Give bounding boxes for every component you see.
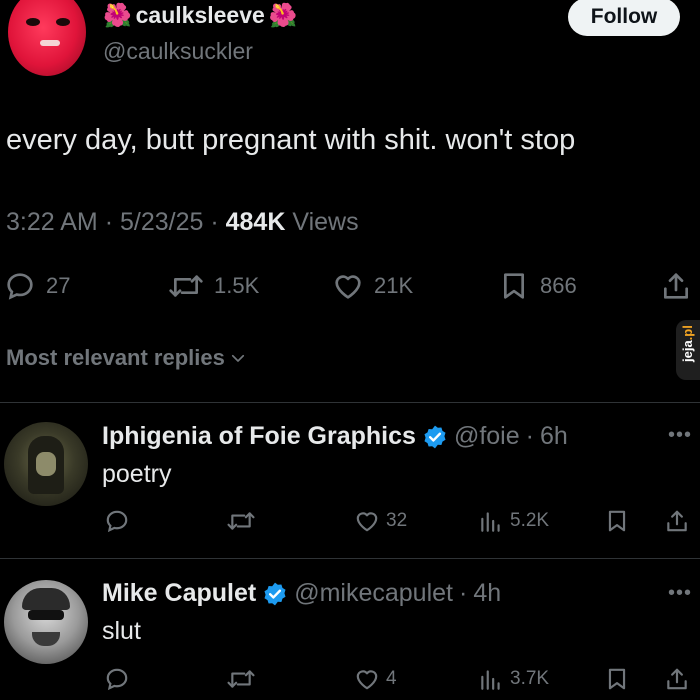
reply-text: poetry [102, 460, 172, 488]
watermark-prefix: jeja [680, 340, 695, 362]
bookmark-icon [604, 508, 630, 534]
views-button[interactable]: 3.7K [478, 666, 549, 692]
hibiscus-emoji: 🌺 [103, 2, 132, 28]
repost-button[interactable] [226, 666, 256, 692]
divider [0, 402, 700, 403]
tweet-text: every day, butt pregnant with shit. won'… [6, 124, 576, 156]
tweet-meta: 3:22 AM · 5/23/25 · 484K Views [6, 208, 359, 237]
views-count: 5.2K [510, 510, 550, 531]
repost-icon [168, 270, 204, 302]
repost-icon [226, 666, 256, 692]
bookmark-button[interactable]: 866 [498, 270, 577, 302]
bookmark-icon [604, 666, 630, 692]
share-icon [664, 666, 690, 692]
like-button[interactable]: 21K [332, 270, 413, 302]
bookmark-button[interactable] [604, 508, 630, 534]
reply-handle: @mikecapulet [294, 579, 453, 607]
share-button[interactable] [660, 270, 692, 302]
reply-display-name: Mike Capulet [102, 579, 257, 607]
bookmark-icon [498, 270, 530, 302]
repost-count: 1.5K [214, 273, 260, 298]
views-count: 484K [225, 208, 286, 236]
reply-time: 4h [473, 579, 502, 607]
avatar-beard [32, 632, 60, 646]
heart-icon [332, 270, 364, 302]
replies-sort-dropdown[interactable]: Most relevant replies [6, 345, 247, 371]
display-name-text: caulksleeve [135, 2, 265, 28]
more-options-icon[interactable]: ••• [668, 582, 692, 605]
share-button[interactable] [664, 508, 690, 534]
views-label: Views [292, 208, 359, 236]
like-button[interactable]: 4 [354, 666, 397, 692]
reply-button[interactable] [104, 666, 130, 692]
reply-button[interactable]: 27 [4, 270, 70, 302]
separator-dot: · [458, 579, 468, 607]
replies-sort-label: Most relevant replies [6, 345, 225, 370]
avatar-sunglasses [28, 610, 64, 620]
reply-icon [104, 508, 130, 534]
reply-count: 27 [46, 273, 71, 298]
tweet-date[interactable]: 5/23/25 [120, 208, 203, 236]
reply-avatar[interactable] [4, 580, 88, 664]
repost-icon [226, 508, 256, 534]
divider [0, 558, 700, 559]
more-options-icon[interactable]: ••• [668, 424, 692, 447]
hibiscus-emoji: 🌺 [268, 2, 298, 28]
share-button[interactable] [664, 666, 690, 692]
reply-avatar[interactable] [4, 422, 88, 506]
author-display-name[interactable]: 🌺 caulksleeve 🌺 [103, 2, 297, 29]
avatar-eye [26, 18, 40, 26]
share-icon [660, 270, 692, 302]
reply-author[interactable]: Mike Capulet @mikecapulet · 4h [102, 579, 501, 608]
avatar-eye [56, 18, 70, 26]
heart-icon [354, 508, 380, 534]
share-icon [664, 508, 690, 534]
verified-badge-icon [262, 581, 288, 607]
reply-time: 6h [539, 422, 568, 450]
avatar-face [36, 452, 56, 476]
watermark-suffix: .pl [680, 325, 695, 341]
watermark-text: jeja.pl [680, 325, 695, 362]
bookmark-button[interactable] [604, 666, 630, 692]
views-button[interactable]: 5.2K [478, 508, 549, 534]
bookmark-count: 866 [540, 273, 577, 298]
analytics-icon [478, 666, 504, 692]
heart-icon [354, 666, 380, 692]
repost-button[interactable] [226, 508, 256, 534]
tweet-time[interactable]: 3:22 AM [6, 208, 98, 236]
watermark-logo: jeja.pl [676, 320, 700, 380]
like-count: 4 [386, 668, 397, 689]
chevron-down-icon [229, 349, 247, 367]
like-count: 21K [374, 273, 414, 298]
separator-dot: · [525, 422, 534, 450]
reply-icon [104, 666, 130, 692]
views-count: 3.7K [510, 668, 550, 689]
analytics-icon [478, 508, 504, 534]
follow-button[interactable]: Follow [568, 0, 680, 36]
reply-display-name: Iphigenia of Foie Graphics [102, 422, 416, 450]
avatar-mouth [40, 40, 60, 46]
reply-icon [4, 270, 36, 302]
separator-dot: · [210, 208, 226, 236]
verified-badge-icon [422, 424, 448, 450]
separator-dot: · [104, 208, 120, 236]
author-avatar[interactable] [8, 0, 86, 76]
like-button[interactable]: 32 [354, 508, 407, 534]
reply-handle: @foie [453, 422, 520, 450]
reply-button[interactable] [104, 508, 130, 534]
avatar-cap [22, 588, 70, 610]
author-handle[interactable]: @caulksuckler [103, 38, 253, 65]
reply-author[interactable]: Iphigenia of Foie Graphics @foie · 6h [102, 422, 568, 451]
repost-button[interactable]: 1.5K [168, 270, 259, 302]
reply-text: slut [102, 617, 141, 645]
like-count: 32 [386, 510, 408, 531]
